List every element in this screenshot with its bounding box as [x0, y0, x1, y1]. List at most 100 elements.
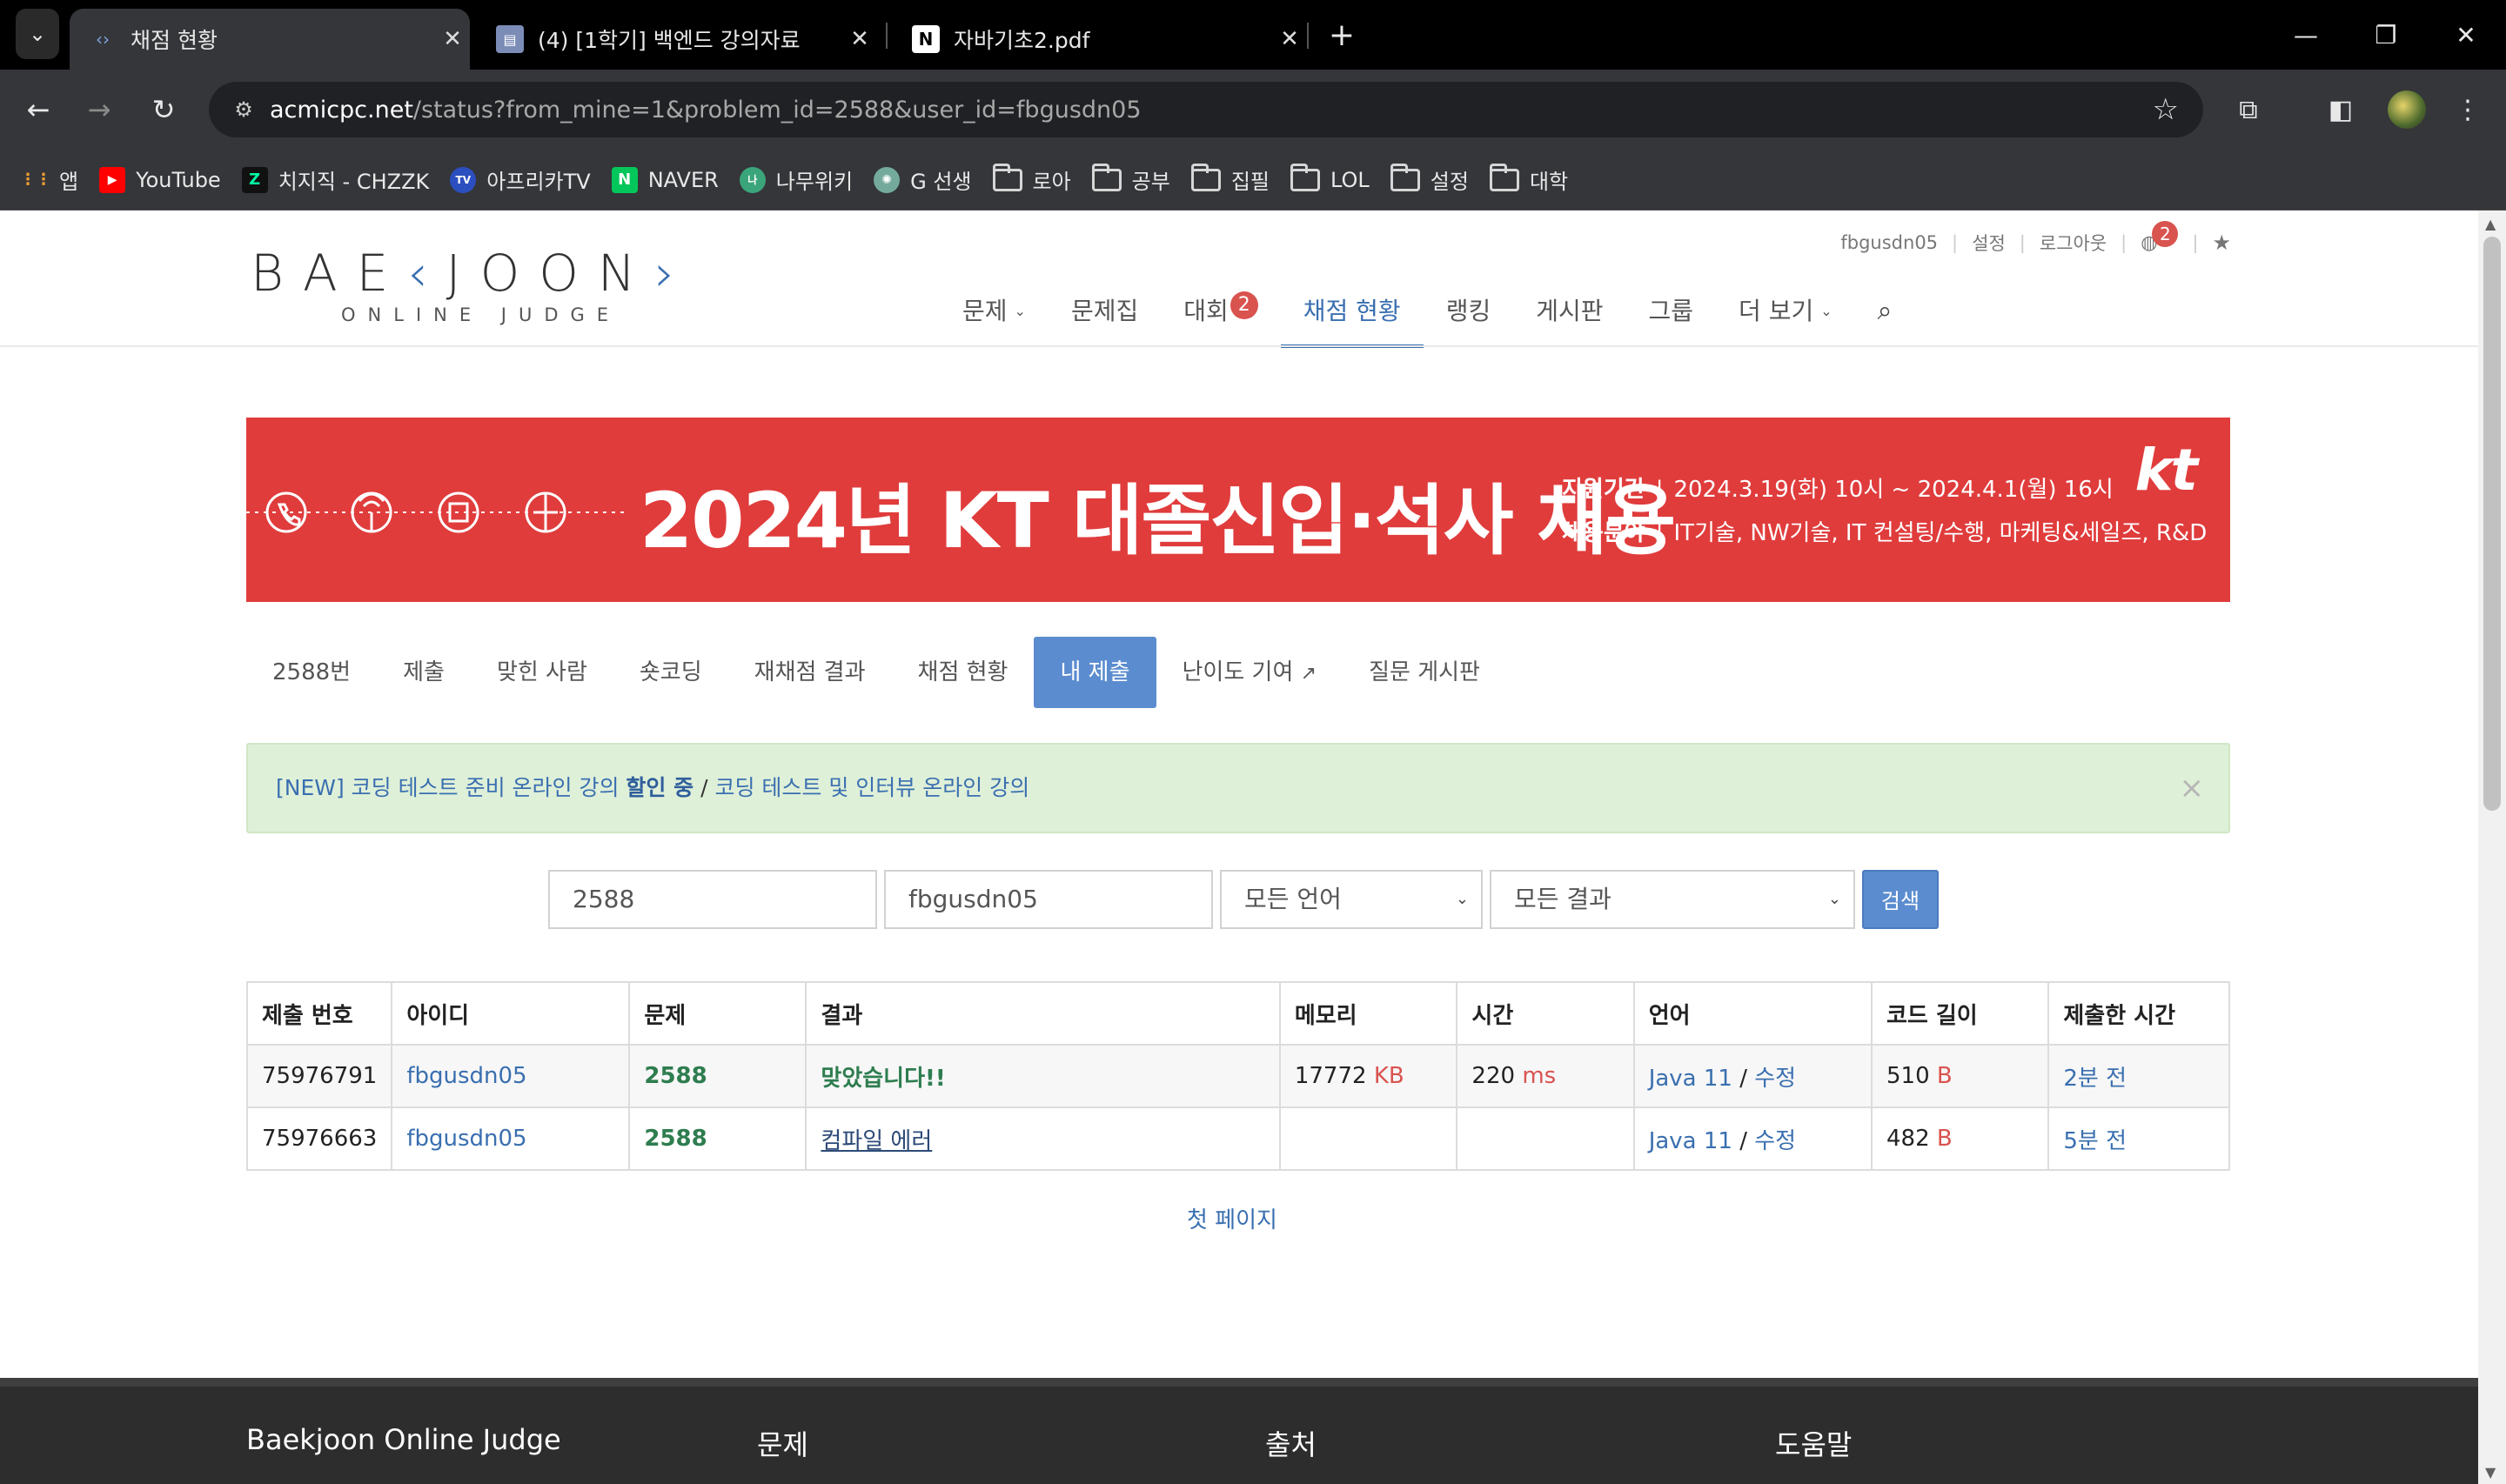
bookmark-youtube[interactable]: ▶ YouTube — [99, 166, 221, 193]
username-link[interactable]: fbgusdn05 — [1840, 232, 1938, 253]
bookmark-naver[interactable]: N NAVER — [611, 166, 719, 193]
subnav-my-submissions[interactable]: 내 제출 — [1034, 637, 1156, 708]
problem-id-input[interactable]: 2588 — [548, 870, 877, 929]
bookmark-gpt[interactable]: ✺ G 선생 — [874, 164, 972, 195]
search-button[interactable]: 검색 — [1862, 870, 1939, 929]
bookmark-folder-university[interactable]: 대학 — [1489, 163, 1568, 195]
bookmark-apps[interactable]: ⋮⋮ 앱 — [20, 164, 78, 195]
scroll-up-icon[interactable]: ▲ — [2485, 216, 2496, 232]
ad-banner[interactable]: 2024년 KT 대졸신입·석사 채용 지원기간 | 2024.3.19(화) 10… — [246, 418, 2230, 602]
divider: | — [1655, 520, 1664, 546]
first-page-link[interactable]: 첫 페이지 — [1187, 1202, 1277, 1234]
scroll-thumb[interactable] — [2483, 237, 2501, 811]
reload-icon[interactable]: ↻ — [141, 87, 186, 132]
result-compile-error-link[interactable]: 컴파일 에러 — [821, 1128, 932, 1154]
edit-link[interactable]: 수정 — [1754, 1128, 1796, 1154]
minimize-icon[interactable]: — — [2280, 10, 2332, 59]
more-vert-icon[interactable]: ⋮ — [2447, 89, 2489, 130]
memory-cell: 17772 KB — [1278, 1044, 1458, 1108]
submitted-time-link[interactable]: 2분 전 — [2063, 1066, 2127, 1092]
apps-grid-icon: ⋮⋮ — [20, 170, 51, 189]
nav-more[interactable]: 더 보기 ⌄ — [1716, 289, 1855, 348]
alert-link-bold[interactable]: 할인 중 — [626, 775, 694, 800]
settings-link[interactable]: 설정 — [1972, 230, 2006, 256]
side-panel-icon[interactable]: ◧ — [2320, 89, 2362, 130]
bookmark-namuwiki[interactable]: 나 나무위키 — [739, 164, 853, 195]
problem-link[interactable]: 2588 — [644, 1063, 707, 1089]
nav-workbook[interactable]: 문제집 — [1049, 289, 1161, 348]
new-tab-plus-icon[interactable]: + — [1323, 16, 1361, 54]
bookmark-label: 치지직 - CHZZK — [278, 170, 430, 194]
site-info-icon[interactable]: ⚙ — [218, 97, 270, 122]
edit-link[interactable]: 수정 — [1754, 1066, 1796, 1092]
restore-icon[interactable]: ❐ — [2360, 10, 2412, 59]
close-icon[interactable]: ✕ — [842, 26, 877, 52]
alert-link-1[interactable]: [NEW] 코딩 테스트 준비 온라인 강의 — [276, 775, 626, 800]
subnav-difficulty[interactable]: 난이도 기여 ↗ — [1156, 637, 1343, 708]
nav-group[interactable]: 그룹 — [1626, 289, 1717, 348]
nav-status[interactable]: 채점 현황 — [1280, 289, 1424, 348]
bookmark-folder-loa[interactable]: 로아 — [992, 163, 1071, 195]
tab-lecture[interactable]: ▤ (4) [1학기] 백엔드 강의자료 ✕ — [477, 9, 877, 70]
user-link[interactable]: fbgusdn05 — [406, 1126, 526, 1152]
window-close-icon[interactable]: ✕ — [2440, 10, 2492, 59]
subnav-rejudge[interactable]: 재채점 결과 — [728, 637, 892, 708]
subnav-shortcoding[interactable]: 숏코딩 — [613, 637, 728, 708]
profile-avatar[interactable] — [2388, 90, 2426, 129]
user-id-input[interactable]: fbgusdn05 — [884, 870, 1213, 929]
divider: / — [1739, 1127, 1747, 1154]
length-value: 482 — [1886, 1126, 1930, 1152]
page-scrollbar[interactable]: ▲ ▼ — [2478, 211, 2506, 1484]
notion-favicon: N — [912, 25, 940, 53]
language-link[interactable]: Java 11 — [1649, 1128, 1732, 1154]
user-link[interactable]: fbgusdn05 — [406, 1063, 526, 1089]
subnav-status[interactable]: 채점 현황 — [892, 637, 1035, 708]
star-icon[interactable]: ★ — [2212, 231, 2231, 255]
bookmark-afreecatv[interactable]: TV 아프리카TV — [450, 164, 591, 195]
result-select[interactable]: 모든 결과 ⌄ — [1490, 870, 1855, 929]
submitted-time-link[interactable]: 5분 전 — [2063, 1128, 2127, 1154]
browser-toolbar: ← → ↻ ⚙ acmicpc.net/status?from_mine=1&p… — [0, 70, 2506, 150]
subnav-qna[interactable]: 질문 게시판 — [1343, 637, 1506, 708]
tab-pdf[interactable]: N 자바기초2.pdf ✕ — [893, 9, 1307, 70]
subnav-submit[interactable]: 제출 — [377, 637, 471, 708]
close-icon[interactable]: ✕ — [435, 26, 470, 52]
bookmark-folder-study[interactable]: 공부 — [1091, 163, 1170, 195]
problem-link[interactable]: 2588 — [644, 1126, 707, 1152]
close-icon[interactable]: × — [2180, 745, 2205, 832]
alert-link-2[interactable]: 코딩 테스트 및 인터뷰 온라인 강의 — [714, 775, 1029, 800]
logo-subtitle: ONLINE JUDGE — [341, 304, 621, 325]
banner-waveform-graphic — [246, 491, 629, 533]
scroll-down-icon[interactable]: ▼ — [2485, 1464, 2496, 1481]
bookmark-star-icon[interactable]: ☆ — [2153, 92, 2179, 127]
language-link[interactable]: Java 11 — [1649, 1066, 1732, 1092]
subnav-problem[interactable]: 2588번 — [246, 637, 377, 708]
header-divider — [0, 345, 2478, 347]
baekjoon-logo[interactable]: BAE‹JOON› ONLINE JUDGE — [251, 244, 694, 325]
tab-title: (4) [1학기] 백엔드 강의자료 — [538, 28, 801, 53]
bookmark-folder-writing[interactable]: 집필 — [1190, 163, 1270, 195]
extensions-puzzle-icon[interactable]: ⧉ — [2228, 89, 2269, 130]
back-arrow-icon[interactable]: ← — [16, 87, 61, 132]
tab-status[interactable]: ‹› 채점 현황 ✕ — [70, 9, 470, 70]
subnav-solvers[interactable]: 맞힌 사람 — [471, 637, 613, 708]
forward-arrow-icon[interactable]: → — [77, 87, 122, 132]
time-value: 220 — [1471, 1063, 1516, 1089]
bookmark-folder-settings[interactable]: 설정 — [1390, 163, 1469, 195]
tab-search-button[interactable]: ⌄ — [16, 9, 59, 59]
language-select[interactable]: 모든 언어 ⌄ — [1220, 870, 1483, 929]
search-icon[interactable]: ⌕ — [1855, 289, 1915, 348]
close-icon[interactable]: ✕ — [1272, 26, 1307, 52]
logout-link[interactable]: 로그아웃 — [2040, 230, 2107, 256]
divider: / — [1739, 1065, 1747, 1092]
nav-problems[interactable]: 문제 ⌄ — [940, 289, 1049, 348]
nav-ranking[interactable]: 랭킹 — [1424, 289, 1514, 348]
nav-label: 더 보기 — [1739, 297, 1814, 325]
nav-board[interactable]: 게시판 — [1513, 289, 1625, 348]
nav-contest[interactable]: 대회 2 — [1161, 289, 1281, 348]
bookmark-chzzk[interactable]: Z 치지직 - CHZZK — [241, 164, 430, 195]
bookmark-folder-lol[interactable]: LOL — [1290, 163, 1370, 192]
user-meta-bar: fbgusdn05 | 설정 | 로그아웃 | ◍ 2 | ★ — [1840, 221, 2231, 256]
chevron-down-icon: ⌄ — [1455, 890, 1469, 908]
address-bar[interactable]: ⚙ acmicpc.net/status?from_mine=1&problem… — [209, 82, 2203, 137]
